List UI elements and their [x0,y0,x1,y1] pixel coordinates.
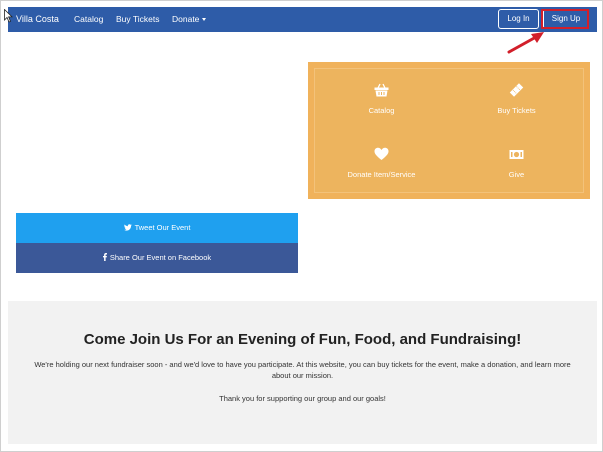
nav-donate-label: Donate [172,14,200,24]
page-frame: Villa Costa Catalog Buy Tickets Donate L… [0,0,603,452]
mouse-cursor-icon [4,9,13,23]
login-button[interactable]: Log In [498,9,539,29]
twitter-icon [123,213,132,243]
nav-donate-dropdown[interactable]: Donate [172,7,207,32]
info-thanks: Thank you for supporting our group and o… [219,394,386,403]
action-catalog[interactable]: Catalog [314,68,449,130]
action-give[interactable]: Give [449,132,584,194]
action-give-label: Give [508,170,525,179]
action-donate-item-label: Donate Item/Service [347,170,416,179]
basket-icon [374,83,389,97]
annotation-arrow-icon [507,32,544,54]
caret-down-icon [202,18,207,22]
info-body: We're holding our next fundraiser soon -… [34,360,571,380]
signup-highlight-box [541,9,589,29]
action-buy-tickets-label: Buy Tickets [497,106,536,115]
info-title: Come Join Us For an Evening of Fun, Food… [83,331,522,348]
heart-icon [374,147,389,160]
ticket-icon [509,83,524,97]
share-facebook-button[interactable]: Share Our Event on Facebook [16,243,298,273]
money-icon [509,150,524,159]
nav-buy-tickets-link[interactable]: Buy Tickets [116,7,159,32]
action-donate-item[interactable]: Donate Item/Service [314,132,449,194]
action-catalog-label: Catalog [368,106,395,115]
facebook-icon [102,243,107,273]
action-buy-tickets[interactable]: Buy Tickets [449,68,584,130]
tweet-event-button[interactable]: Tweet Our Event [16,213,298,243]
action-grid: Catalog Buy Tickets Donate Item/Service [308,62,590,199]
share-facebook-label: Share Our Event on Facebook [109,253,212,262]
nav-catalog-link[interactable]: Catalog [74,7,103,32]
tweet-event-label: Tweet Our Event [134,223,191,232]
brand-link[interactable]: Villa Costa [16,7,59,32]
info-panel: Come Join Us For an Evening of Fun, Food… [8,301,597,444]
